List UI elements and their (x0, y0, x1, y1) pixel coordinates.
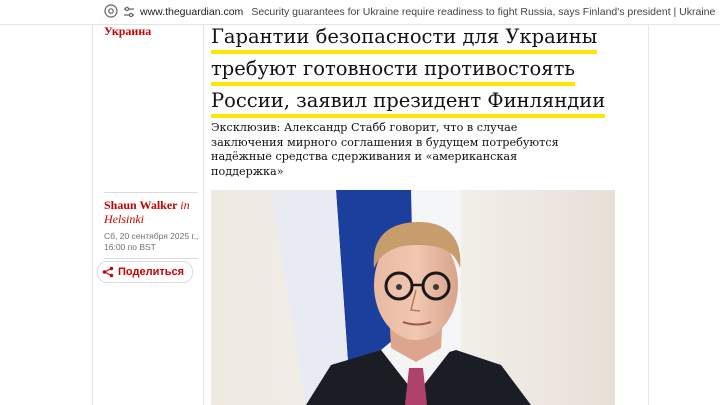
url-domain: www.theguardian.com (140, 6, 244, 18)
byline: Shaun Walker in Helsinki (104, 198, 200, 226)
share-label: Поделиться (118, 266, 185, 278)
share-button[interactable]: Поделиться (97, 261, 194, 283)
column-divider-right (648, 24, 649, 405)
byline-in: in (180, 198, 190, 212)
address-bar[interactable]: www.theguardian.com Security guarantees f… (0, 0, 720, 25)
column-divider-left (92, 24, 93, 405)
publish-date: Сб, 20 сентября 2025 г., 16:00 по BST (104, 231, 199, 252)
headline-line: требуют готовности противостоять (211, 56, 575, 86)
page-settings-icon[interactable] (122, 5, 136, 19)
article-headline: Гарантии безопасности для Украины требую… (211, 24, 631, 120)
url-text[interactable]: www.theguardian.com Security guarantees f… (140, 5, 718, 19)
section-label[interactable]: Украина (104, 24, 151, 39)
article-lead-image[interactable] (211, 190, 615, 405)
byline-place: Helsinki (104, 212, 144, 226)
site-info-icon[interactable] (104, 4, 118, 18)
divider (104, 258, 198, 259)
article-standfirst: Эксклюзив: Александр Стабб говорит, что … (211, 121, 559, 178)
author-link[interactable]: Shaun Walker (104, 198, 177, 212)
portrait-photo (211, 190, 615, 405)
url-page-title: Security guarantees for Ukraine require … (251, 6, 718, 18)
divider (104, 192, 198, 193)
headline-line: России, заявил президент Финляндии (211, 88, 606, 118)
share-icon (102, 266, 114, 278)
headline-line: Гарантии безопасности для Украины (211, 24, 598, 54)
column-divider-sidebar (203, 24, 204, 405)
